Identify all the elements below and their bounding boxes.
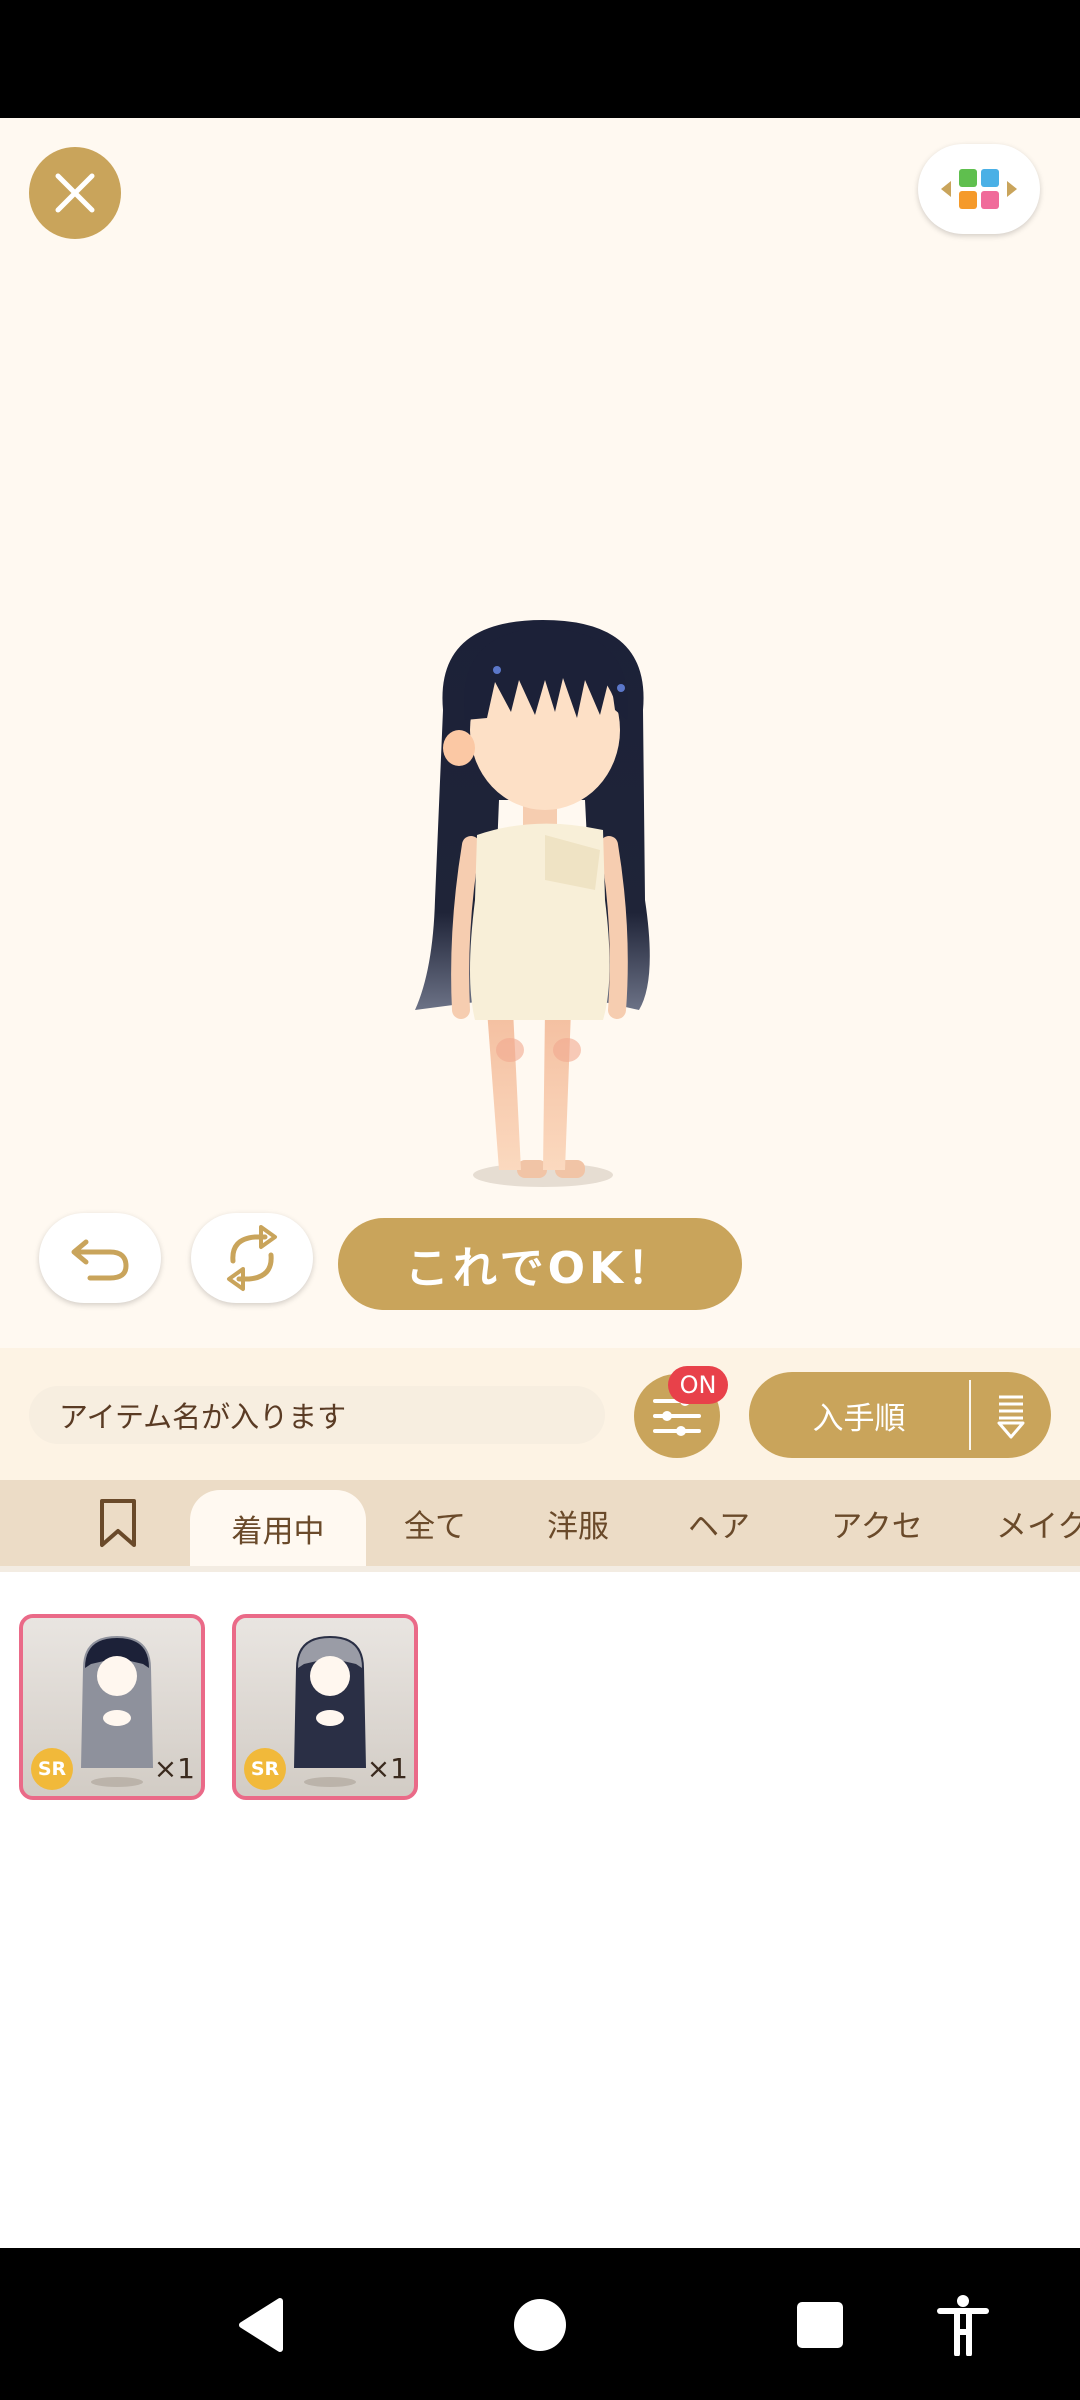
filter-on-badge: ON — [668, 1366, 728, 1404]
item-card[interactable]: SR ×1 — [232, 1614, 418, 1800]
rarity-badge: SR — [244, 1748, 286, 1790]
item-count: ×1 — [153, 1752, 195, 1785]
item-card[interactable]: SR ×1 — [19, 1614, 205, 1800]
home-icon — [514, 2299, 566, 2351]
home-button[interactable] — [505, 2290, 575, 2360]
accessibility-button[interactable] — [928, 2290, 998, 2360]
tab-accessories[interactable]: アクセ — [820, 1480, 934, 1566]
tab-hair[interactable]: ヘア — [682, 1480, 756, 1566]
tab-wearing[interactable]: 着用中 — [190, 1490, 366, 1566]
back-button[interactable] — [225, 2290, 295, 2360]
sort-divider — [969, 1380, 971, 1450]
recents-icon — [797, 2302, 843, 2348]
tab-all[interactable]: 全て — [390, 1480, 480, 1566]
confirm-ok-button[interactable]: これでOK！ — [338, 1218, 742, 1310]
item-name-search-input[interactable]: アイテム名が入ります — [29, 1386, 605, 1444]
tab-makeup[interactable]: メイク — [996, 1480, 1080, 1566]
rarity-badge: SR — [31, 1748, 73, 1790]
sort-icon — [997, 1395, 1025, 1439]
avatar-character — [395, 600, 685, 1200]
tab-bookmark[interactable] — [90, 1480, 146, 1566]
tab-clothes[interactable]: 洋服 — [536, 1480, 620, 1566]
sort-label: 入手順 — [812, 1400, 906, 1437]
accessibility-icon — [937, 2295, 989, 2356]
random-icon — [227, 1225, 277, 1291]
bookmark-icon — [100, 1499, 136, 1547]
sort-order-toggle[interactable] — [971, 1391, 1051, 1439]
undo-button[interactable] — [39, 1213, 161, 1303]
undo-icon — [71, 1239, 129, 1281]
close-button[interactable] — [29, 147, 121, 239]
layout-switch-button[interactable] — [918, 144, 1040, 234]
layout-switch-icon — [941, 169, 1017, 209]
back-icon — [239, 2298, 283, 2352]
status-bar — [0, 0, 1080, 118]
category-tabs: 着用中 全て 洋服 ヘア アクセ メイク — [0, 1480, 1080, 1566]
item-count: ×1 — [366, 1752, 408, 1785]
close-icon — [55, 173, 95, 213]
recents-button[interactable] — [785, 2290, 855, 2360]
random-button[interactable] — [191, 1213, 313, 1303]
sort-button[interactable]: 入手順 — [749, 1372, 1051, 1458]
